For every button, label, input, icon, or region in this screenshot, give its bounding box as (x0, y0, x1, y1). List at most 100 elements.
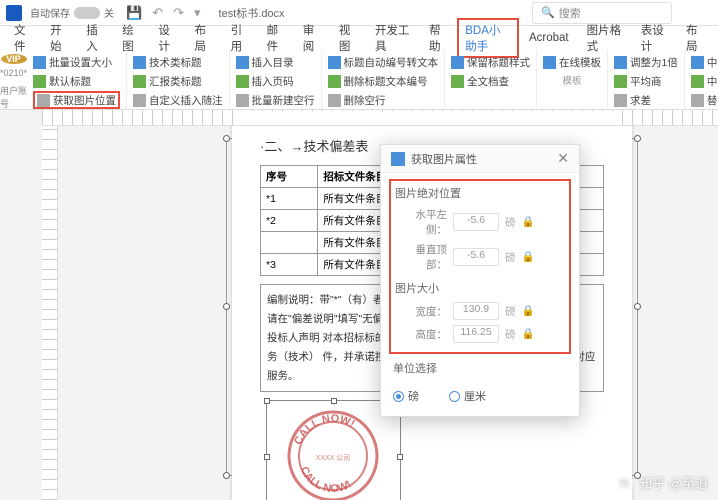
resize-handle[interactable] (223, 472, 230, 479)
ribbon-btn-g1-1[interactable]: 默认标题 (33, 72, 120, 90)
position-section-label: 图片绝对位置 (395, 185, 565, 201)
ribbon-btn-g8-0[interactable]: 中文引号转 (691, 53, 718, 71)
ribbon-icon (451, 56, 464, 69)
ribbon: VIP *0210* 用户账号 批量设置大小默认标题获取图片位置图片处理技术类标… (0, 50, 718, 110)
prop-value-input[interactable]: 116.25 (453, 325, 499, 343)
ribbon-btn-g1-0[interactable]: 批量设置大小 (33, 53, 120, 71)
dialog-icon (391, 152, 405, 166)
ribbon-icon (236, 56, 249, 69)
ribbon-btn-g5-0[interactable]: 保留标题样式 (451, 53, 530, 71)
svg-text:XXXX 公司: XXXX 公司 (316, 454, 351, 462)
property-row: 高度： 116.25 磅 🔒 (395, 325, 565, 343)
table-cell[interactable]: *1 (261, 188, 318, 210)
prop-unit: 磅 (505, 327, 516, 342)
zhihu-icon: 知 (615, 474, 633, 492)
close-icon[interactable]: ✕ (557, 150, 569, 167)
dialog-body: 图片绝对位置 水平左侧：-5.6磅🔒垂直顶部：-5.6磅🔒 图片大小 宽度：13… (381, 173, 579, 416)
resize-handle[interactable] (397, 454, 403, 460)
vertical-ruler[interactable] (42, 126, 58, 500)
dialog-header[interactable]: 获取图片属性 ✕ (381, 145, 579, 173)
user-label: 用户账号 (0, 84, 27, 110)
resize-handle[interactable] (634, 303, 641, 310)
ribbon-icon (37, 94, 50, 107)
lock-icon[interactable]: 🔒 (522, 250, 536, 264)
group-label: 模板 (543, 73, 601, 87)
unit-radios: 磅 厘米 (393, 382, 567, 406)
ribbon-icon (236, 75, 249, 88)
watermark: 知 知乎 @至道 (615, 473, 708, 492)
ribbon-btn-g2-0[interactable]: 技术类标题 (133, 53, 223, 71)
table-cell[interactable]: *2 (261, 210, 318, 232)
ribbon-btn-g2-1[interactable]: 汇报类标题 (133, 72, 223, 90)
ribbon-icon (133, 56, 146, 69)
user-code: *0210* (0, 68, 27, 78)
resize-handle[interactable] (223, 303, 230, 310)
ribbon-btn-g3-0[interactable]: 插入目录 (236, 53, 315, 71)
ribbon-btn-g7-1[interactable]: 平均商 (614, 72, 678, 90)
ribbon-btn-g3-1[interactable]: 插入页码 (236, 72, 315, 90)
ribbon-icon (451, 75, 464, 88)
prop-unit: 磅 (505, 250, 516, 265)
ribbon-icon (33, 75, 46, 88)
resize-handle[interactable] (331, 398, 337, 404)
ribbon-icon (328, 94, 341, 107)
search-icon: 🔍 (541, 6, 555, 19)
ribbon-icon (691, 56, 704, 69)
resize-handle[interactable] (634, 135, 641, 142)
highlighted-properties-section: 图片绝对位置 水平左侧：-5.6磅🔒垂直顶部：-5.6磅🔒 图片大小 宽度：13… (389, 179, 571, 354)
table-cell[interactable] (261, 232, 318, 254)
svg-text:CALL NOW!: CALL NOW! (292, 413, 356, 447)
ribbon-icon (614, 94, 627, 107)
prop-value-input[interactable]: 130.9 (453, 302, 499, 320)
resize-handle[interactable] (223, 135, 230, 142)
ribbon-btn-g4-0[interactable]: 标题自动编号转文本 (328, 53, 439, 71)
tab-13[interactable]: Acrobat (521, 28, 577, 48)
ribbon-btn-g6-0[interactable]: 在线模板 (543, 53, 601, 71)
prop-unit: 磅 (505, 304, 516, 319)
unit-radio[interactable]: 厘米 (449, 388, 486, 404)
prop-key: 水平左侧： (395, 207, 447, 237)
unit-radio[interactable]: 磅 (393, 388, 419, 404)
size-rows: 宽度： 130.9 磅 🔒 高度： 116.25 磅 🔒 (395, 302, 565, 343)
prop-key: 高度： (395, 327, 447, 342)
prop-key: 垂直顶部： (395, 242, 447, 272)
ribbon-btn-g4-2[interactable]: 删除空行 (328, 91, 439, 109)
ribbon-icon (133, 94, 146, 107)
ribbon-btn-g7-0[interactable]: 调整为1倍 (614, 53, 678, 71)
ribbon-btn-g2-2[interactable]: 自定义插入随注 (133, 91, 223, 109)
image-properties-dialog: 获取图片属性 ✕ 图片绝对位置 水平左侧：-5.6磅🔒垂直顶部：-5.6磅🔒 图… (380, 144, 580, 417)
user-panel: VIP *0210* 用户账号 (0, 50, 27, 109)
ribbon-btn-g5-1[interactable]: 全文档查 (451, 72, 530, 90)
resize-handle[interactable] (264, 398, 270, 404)
ribbon-btn-g8-2[interactable]: 替换Excel换行符 (691, 91, 718, 109)
ribbon-icon (133, 75, 146, 88)
ribbon-icon (614, 75, 627, 88)
ribbon-btn-g3-2[interactable]: 批量新建空行 (236, 91, 315, 109)
table-header-cell: 序号 (261, 166, 318, 188)
ribbon-btn-g1-2[interactable]: 获取图片位置 (33, 91, 120, 109)
ribbon-icon (691, 75, 704, 88)
prop-key: 宽度： (395, 304, 447, 319)
prop-value-input[interactable]: -5.6 (453, 213, 499, 231)
lock-icon[interactable]: 🔒 (522, 215, 536, 229)
ribbon-groups: 批量设置大小默认标题获取图片位置图片处理技术类标题汇报类标题自定义插入随注插入目… (27, 50, 718, 109)
stamp-image[interactable]: CALL NOW! CALL NOW! XXXX 公司 (278, 406, 388, 500)
prop-value-input[interactable]: -5.6 (453, 248, 499, 266)
ribbon-btn-g4-1[interactable]: 删除标题文本编号 (328, 72, 439, 90)
ribbon-icon (543, 56, 556, 69)
vip-badge-icon: VIP (1, 54, 27, 64)
lock-icon[interactable]: 🔒 (522, 327, 536, 341)
radio-label: 厘米 (464, 388, 486, 404)
prop-unit: 磅 (505, 215, 516, 230)
property-row: 宽度： 130.9 磅 🔒 (395, 302, 565, 320)
resize-handle[interactable] (264, 454, 270, 460)
horizontal-ruler[interactable] (42, 110, 718, 126)
ribbon-tabs: 文件开始插入绘图设计布局引用邮件审阅视图开发工具帮助BDA小助手Acrobat图… (0, 26, 718, 50)
dialog-title: 获取图片属性 (411, 151, 557, 167)
table-cell[interactable]: *3 (261, 254, 318, 276)
ribbon-btn-g8-1[interactable]: 中文名字对齐 (691, 72, 718, 90)
toggle-icon (74, 7, 100, 19)
search-placeholder: 搜索 (559, 5, 581, 21)
ribbon-btn-g7-2[interactable]: 求差 (614, 91, 678, 109)
lock-icon[interactable]: 🔒 (522, 304, 536, 318)
